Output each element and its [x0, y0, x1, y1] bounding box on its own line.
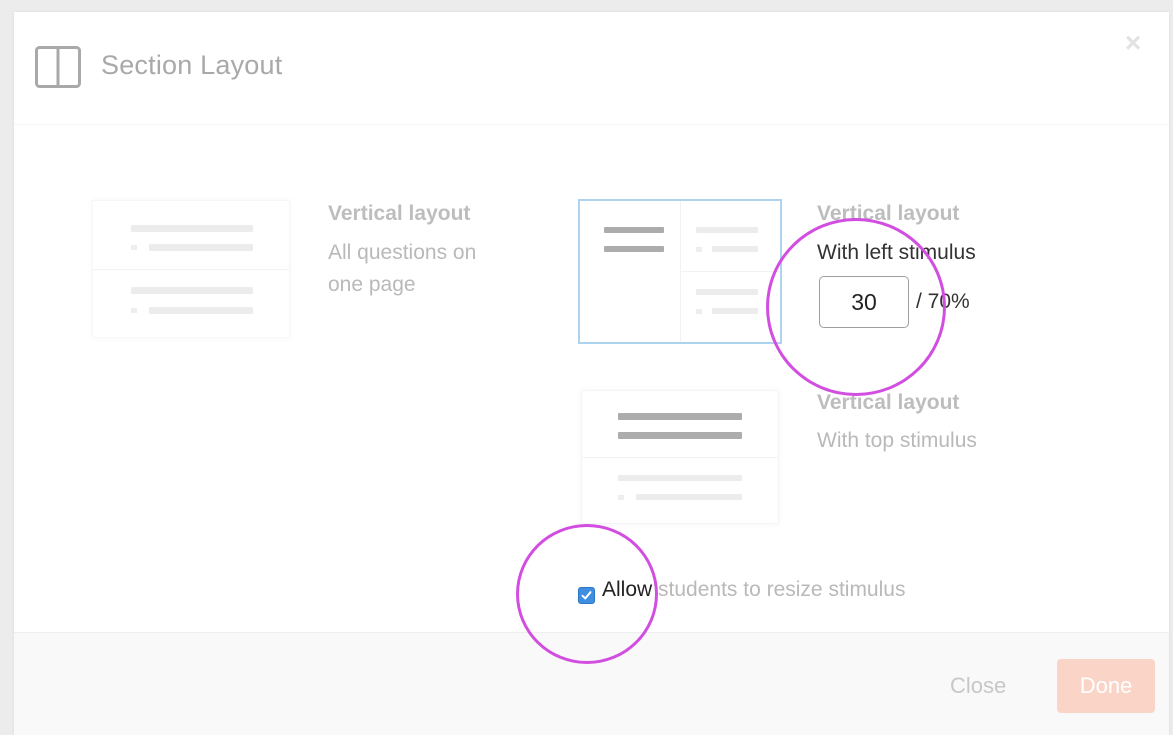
option-subtitle: All questions on one page — [328, 241, 477, 296]
resize-label-emphasis: Allow — [602, 578, 653, 601]
thumb-divider — [680, 271, 780, 272]
layout-option-all-questions[interactable] — [92, 200, 290, 338]
two-column-layout-icon — [35, 46, 81, 88]
resize-label-rest: students to resize stimulus — [652, 578, 906, 601]
layout-option-top-stimulus[interactable] — [581, 390, 779, 524]
layout-option-left-stimulus[interactable] — [578, 199, 782, 344]
thumb-dot — [696, 309, 702, 314]
thumb-dot — [131, 245, 137, 250]
thumb-line — [618, 475, 742, 481]
close-button[interactable]: Close — [950, 673, 1006, 699]
thumb-line — [696, 227, 758, 233]
resize-stimulus-label: Allow students to resize stimulus — [602, 578, 905, 602]
thumb-line — [712, 246, 758, 252]
option-subtitle: With top stimulus — [817, 429, 977, 452]
thumb-line — [636, 494, 742, 500]
section-layout-dialog: Section Layout × Vertical layout All que… — [14, 12, 1169, 735]
stimulus-width-max: / 70% — [916, 290, 970, 313]
thumb-line — [712, 308, 758, 314]
thumb-line — [618, 432, 742, 439]
thumb-line — [149, 244, 253, 251]
thumb-line — [149, 307, 253, 314]
thumb-divider — [582, 457, 778, 458]
option-subtitle: With left stimulus — [817, 241, 976, 264]
thumb-line — [131, 225, 253, 232]
thumb-line — [131, 287, 253, 294]
option-title: Vertical layout — [328, 202, 471, 225]
checkmark-icon — [581, 591, 592, 600]
thumb-dot — [618, 495, 624, 500]
thumb-line — [618, 413, 742, 420]
dialog-footer: Close Done — [14, 632, 1169, 735]
option-title: Vertical layout — [817, 391, 960, 414]
thumb-divider — [93, 269, 289, 270]
dialog-header: Section Layout × — [14, 12, 1169, 125]
thumb-line — [604, 227, 664, 233]
thumb-dot — [131, 308, 137, 313]
thumb-line — [604, 246, 664, 252]
done-button[interactable]: Done — [1057, 659, 1155, 713]
close-icon[interactable]: × — [1122, 29, 1144, 57]
thumb-dot — [696, 247, 702, 252]
dialog-title: Section Layout — [101, 50, 283, 80]
option-title: Vertical layout — [817, 202, 960, 225]
resize-stimulus-checkbox[interactable] — [578, 587, 595, 604]
stimulus-width-input[interactable] — [819, 276, 909, 328]
thumb-line — [696, 289, 758, 295]
